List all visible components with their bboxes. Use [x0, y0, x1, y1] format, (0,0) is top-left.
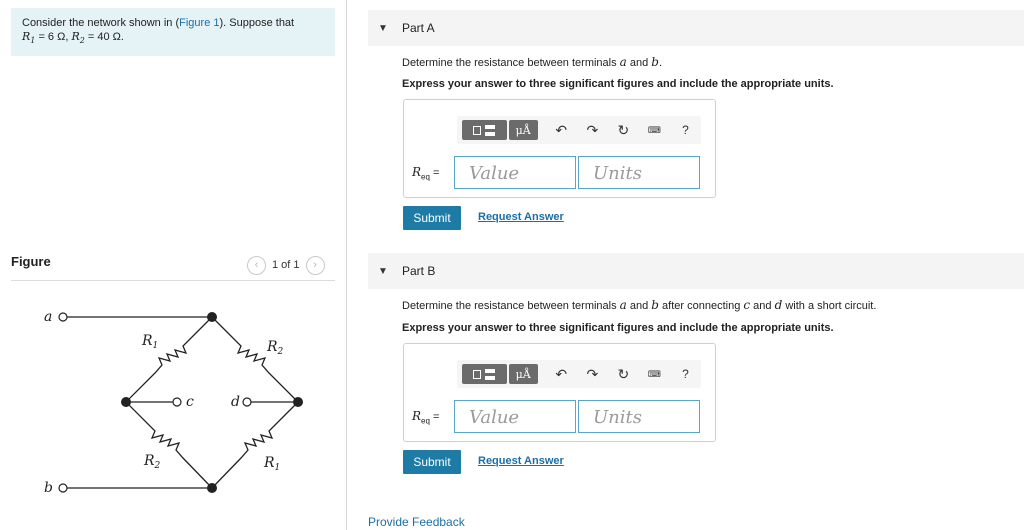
pane-divider: [346, 0, 347, 530]
help-button[interactable]: ?: [670, 123, 701, 137]
provide-feedback-link[interactable]: Provide Feedback: [368, 515, 465, 529]
problem-text-suffix: ). Suppose that: [219, 17, 295, 29]
req-subscript: eq: [421, 416, 430, 426]
junction-bottom: [207, 483, 217, 493]
undo-icon[interactable]: ↶: [546, 122, 577, 139]
math-b: b: [651, 298, 659, 312]
question-text: Determine the resistance between termina…: [402, 57, 620, 69]
request-answer-link[interactable]: Request Answer: [478, 455, 564, 467]
part-b-question: Determine the resistance between termina…: [402, 298, 876, 312]
junction-left: [121, 397, 131, 407]
redo-icon[interactable]: ↷: [577, 366, 608, 383]
r2-symbol: R: [71, 30, 80, 43]
question-text: after connecting: [658, 300, 744, 312]
label-a: a: [44, 309, 52, 325]
math-a: a: [619, 298, 627, 312]
value-input[interactable]: Value: [454, 156, 576, 189]
label-b: b: [44, 480, 53, 496]
terminal-a-node: [58, 312, 68, 322]
figure-link[interactable]: Figure 1: [179, 17, 219, 29]
resistor-bottom-right: [211, 401, 299, 489]
part-a-answer-box: μÅ ↶ ↷ ↻ ⌨ ? Req = Value Units: [403, 99, 716, 198]
equals-sign: =: [432, 167, 440, 179]
collapse-triangle-icon[interactable]: ▼: [378, 266, 390, 277]
keyboard-icon[interactable]: ⌨: [639, 125, 670, 136]
req-symbol: R: [412, 409, 422, 423]
label-r-top-left: R1: [141, 333, 158, 351]
equation-toolbar: μÅ ↶ ↷ ↻ ⌨ ?: [457, 360, 701, 388]
template-button[interactable]: [462, 120, 507, 140]
fraction-icon: [485, 368, 496, 380]
req-label: Req =: [412, 409, 439, 425]
label-r-bottom-left: R2: [143, 453, 161, 471]
r2-value: = 40 Ω.: [84, 31, 124, 43]
template-icon: [473, 125, 482, 135]
redo-icon[interactable]: ↷: [577, 122, 608, 139]
part-b-header[interactable]: ▼ Part B: [368, 253, 1024, 289]
equation-toolbar: μÅ ↶ ↷ ↻ ⌨ ?: [457, 116, 701, 144]
help-button[interactable]: ?: [670, 367, 701, 381]
question-text: .: [658, 57, 663, 69]
terminal-d-node: [242, 397, 252, 407]
resistor-bottom-left: [125, 401, 213, 489]
collapse-triangle-icon[interactable]: ▼: [378, 23, 390, 34]
template-button[interactable]: [462, 364, 507, 384]
junction-right: [293, 397, 303, 407]
units-input[interactable]: Units: [578, 156, 700, 189]
req-label: Req =: [412, 165, 439, 181]
reset-icon[interactable]: ↻: [608, 122, 639, 139]
fraction-icon: [485, 124, 496, 136]
units-symbol-button[interactable]: μÅ: [508, 120, 538, 140]
junction-top: [207, 312, 217, 322]
units-input[interactable]: Units: [578, 400, 700, 433]
left-pane: Consider the network shown in (Figure 1)…: [0, 0, 346, 530]
math-b: b: [651, 55, 659, 69]
req-symbol: R: [412, 165, 422, 179]
submit-button[interactable]: Submit: [403, 450, 461, 474]
part-b-title: Part B: [402, 264, 436, 278]
question-text: Determine the resistance between termina…: [402, 300, 620, 312]
label-r-top-right: R2: [266, 339, 284, 357]
problem-text-prefix: Consider the network shown in (: [22, 17, 180, 29]
circuit-diagram: a b c d R1 R2 R2 R1: [44, 309, 303, 496]
problem-statement: Consider the network shown in (Figure 1)…: [11, 8, 335, 56]
equals-sign: =: [432, 411, 440, 423]
keyboard-icon[interactable]: ⌨: [639, 369, 670, 380]
label-r-bottom-right: R1: [263, 455, 280, 473]
page-indicator: 1 of 1: [272, 259, 300, 271]
part-a-title: Part A: [402, 21, 435, 35]
part-a-instruction: Express your answer to three significant…: [402, 78, 834, 90]
part-a-question: Determine the resistance between termina…: [402, 55, 662, 69]
submit-button[interactable]: Submit: [403, 206, 461, 230]
chevron-left-icon[interactable]: ‹: [247, 255, 266, 275]
math-a: a: [619, 55, 627, 69]
part-a-header[interactable]: ▼ Part A: [368, 10, 1024, 46]
req-subscript: eq: [421, 172, 430, 182]
question-text: and: [750, 300, 775, 312]
chevron-right-icon[interactable]: ›: [305, 255, 325, 275]
question-text: with a short circuit.: [782, 300, 877, 312]
question-text: and: [626, 300, 652, 312]
part-b-instruction: Express your answer to three significant…: [402, 322, 834, 334]
undo-icon[interactable]: ↶: [546, 366, 577, 383]
label-d: d: [231, 394, 240, 410]
question-text: and: [626, 57, 652, 69]
label-c: c: [186, 394, 194, 410]
r1-value: = 6 Ω: [35, 31, 66, 43]
part-b-answer-box: μÅ ↶ ↷ ↻ ⌨ ? Req = Value Units: [403, 343, 716, 442]
reset-icon[interactable]: ↻: [608, 366, 639, 383]
value-input[interactable]: Value: [454, 400, 576, 433]
request-answer-link[interactable]: Request Answer: [478, 211, 564, 223]
units-symbol-button[interactable]: μÅ: [508, 364, 538, 384]
terminal-b-node: [58, 483, 68, 493]
terminal-c-node: [172, 397, 182, 407]
resistor-top-left: [125, 316, 213, 403]
figure-pager: ‹ 1 of 1 ›: [247, 255, 325, 275]
template-icon: [473, 369, 482, 379]
figure-title: Figure: [11, 254, 51, 269]
resistor-top-right: [211, 316, 299, 403]
